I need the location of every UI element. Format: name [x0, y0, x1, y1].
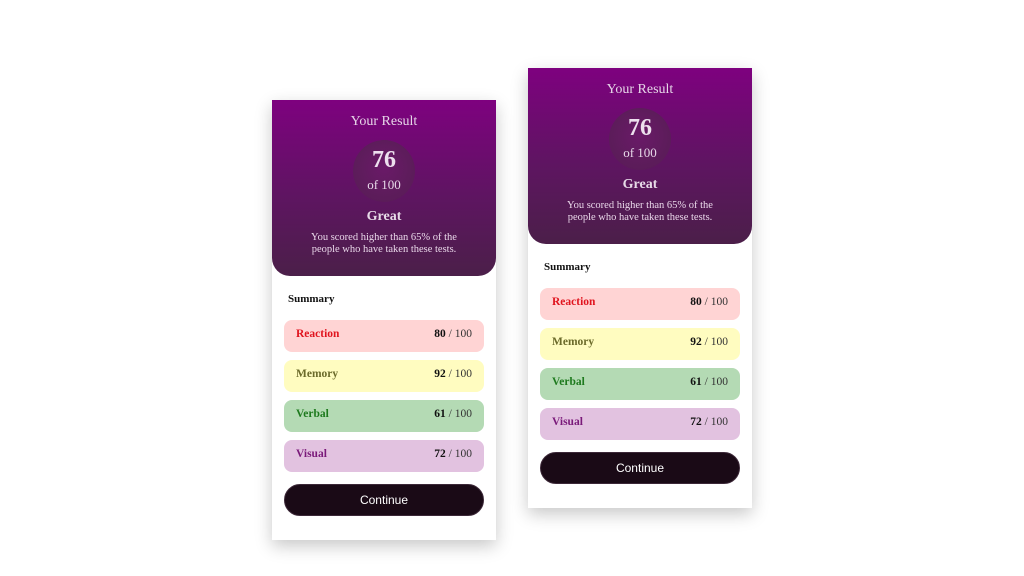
- summary-item-separator: /: [704, 296, 708, 308]
- summary-item-score: 72 / 100: [434, 448, 472, 460]
- summary-item-value: 72: [434, 448, 446, 460]
- continue-button[interactable]: Continue: [540, 452, 740, 484]
- summary-item-separator: /: [704, 336, 708, 348]
- summary-item-value: 61: [690, 376, 702, 388]
- score-circle: 76 of 100: [353, 140, 415, 202]
- result-card: Your Result 76 of 100 Great You scored h…: [272, 100, 496, 540]
- summary-item-visual: Visual 72 / 100: [284, 440, 484, 472]
- summary-item-label: Memory: [296, 368, 339, 380]
- summary-item-score: 72 / 100: [690, 416, 728, 428]
- summary-item-label: Reaction: [552, 296, 596, 308]
- result-header: Your Result 76 of 100 Great You scored h…: [528, 68, 752, 244]
- result-description: You scored higher than 65% of the people…: [311, 232, 457, 255]
- summary-item-max: 100: [454, 328, 472, 340]
- summary-title: Summary: [288, 293, 335, 305]
- summary-item-separator: /: [704, 416, 708, 428]
- summary-item-score: 61 / 100: [434, 408, 472, 420]
- summary-item-label: Reaction: [296, 328, 340, 340]
- summary-item-max: 100: [710, 336, 728, 348]
- summary-item-value: 80: [690, 296, 702, 308]
- summary-item-reaction: Reaction 80 / 100: [540, 288, 740, 320]
- score-max: of 100: [367, 177, 401, 192]
- summary-item-max: 100: [710, 376, 728, 388]
- summary-item-value: 72: [690, 416, 702, 428]
- summary-item-separator: /: [448, 368, 452, 380]
- summary-list: Reaction 80 / 100 Memory 92 / 100 Verbal…: [284, 320, 484, 480]
- summary-item-score: 92 / 100: [690, 336, 728, 348]
- summary-item-value: 92: [690, 336, 702, 348]
- score-max: of 100: [623, 145, 657, 160]
- summary-item-label: Verbal: [552, 376, 585, 388]
- summary-item-max: 100: [454, 408, 472, 420]
- summary-item-max: 100: [454, 448, 472, 460]
- summary-item-label: Visual: [552, 416, 583, 428]
- summary-item-reaction: Reaction 80 / 100: [284, 320, 484, 352]
- summary-item-value: 80: [434, 328, 446, 340]
- result-description: You scored higher than 65% of the people…: [567, 200, 713, 223]
- score-value: 76: [372, 147, 396, 173]
- continue-button[interactable]: Continue: [284, 484, 484, 516]
- summary-item-visual: Visual 72 / 100: [540, 408, 740, 440]
- summary-item-verbal: Verbal 61 / 100: [540, 368, 740, 400]
- summary-item-memory: Memory 92 / 100: [284, 360, 484, 392]
- summary-item-label: Verbal: [296, 408, 329, 420]
- result-header: Your Result 76 of 100 Great You scored h…: [272, 100, 496, 276]
- summary-item-score: 80 / 100: [690, 296, 728, 308]
- summary-item-verbal: Verbal 61 / 100: [284, 400, 484, 432]
- summary-item-score: 61 / 100: [690, 376, 728, 388]
- summary-item-max: 100: [710, 296, 728, 308]
- result-title: Your Result: [606, 82, 674, 97]
- result-title: Your Result: [350, 114, 418, 129]
- result-card: Your Result 76 of 100 Great You scored h…: [528, 68, 752, 508]
- result-label: Great: [366, 209, 402, 224]
- summary-item-value: 61: [434, 408, 446, 420]
- summary-list: Reaction 80 / 100 Memory 92 / 100 Verbal…: [540, 288, 740, 448]
- summary-item-max: 100: [454, 368, 472, 380]
- result-label: Great: [622, 177, 658, 192]
- summary-item-label: Visual: [296, 448, 327, 460]
- summary-item-value: 92: [434, 368, 446, 380]
- summary-item-separator: /: [448, 408, 452, 420]
- summary-item-score: 92 / 100: [434, 368, 472, 380]
- summary-item-label: Memory: [552, 336, 595, 348]
- score-circle: 76 of 100: [609, 108, 671, 170]
- summary-item-separator: /: [448, 448, 452, 460]
- score-value: 76: [628, 115, 652, 141]
- summary-item-max: 100: [710, 416, 728, 428]
- summary-item-memory: Memory 92 / 100: [540, 328, 740, 360]
- summary-title: Summary: [544, 261, 591, 273]
- summary-item-score: 80 / 100: [434, 328, 472, 340]
- summary-item-separator: /: [704, 376, 708, 388]
- summary-item-separator: /: [448, 328, 452, 340]
